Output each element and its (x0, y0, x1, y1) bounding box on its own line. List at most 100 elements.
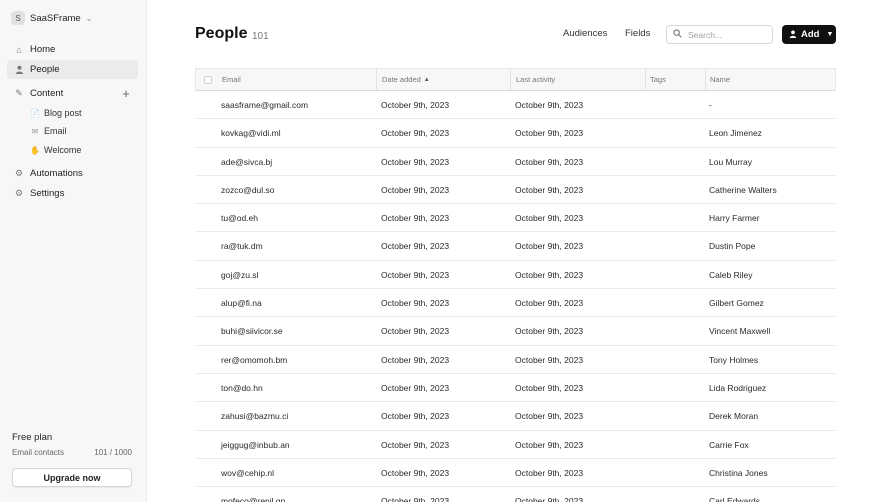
cell-name: Lou Murray (709, 156, 752, 167)
home-icon: ⌂ (16, 44, 22, 55)
audiences-button[interactable]: Audiences (563, 28, 607, 39)
cell-last-activity: October 9th, 2023 (515, 439, 584, 450)
column-header-date-added[interactable]: Date added ▲ (382, 69, 430, 90)
table-row[interactable]: kovkag@vidi.ml October 9th, 2023 October 9… (195, 119, 836, 148)
cell-name: Vincent Maxwell (709, 326, 771, 337)
sidebar-item-settings[interactable]: ⚙ Settings (7, 184, 138, 203)
table-row[interactable]: rer@omomoh.bm October 9th, 2023 October 9t… (195, 346, 836, 374)
person-icon (13, 65, 25, 74)
column-divider (705, 69, 706, 90)
cell-date-added: October 9th, 2023 (381, 184, 450, 195)
workspace-switcher[interactable]: S SaaSFrame ⌄ (11, 10, 92, 26)
table-row[interactable]: ade@sivca.bj October 9th, 2023 October 9th… (195, 148, 836, 176)
cell-name: Derek Moran (709, 411, 759, 422)
cell-email: saasframe@gmail.com (221, 100, 309, 110)
sidebar-item-people[interactable]: People (7, 60, 138, 79)
column-divider (376, 69, 377, 90)
plan-title: Free plan (12, 432, 53, 443)
cell-last-activity: October 9th, 2023 (515, 467, 584, 478)
sidebar: S SaaSFrame ⌄ ⌂ Home People ✎ Content + … (0, 0, 147, 502)
waving-hand-icon: ✋ (30, 145, 40, 155)
cell-name: Tony Holmes (709, 354, 759, 365)
content-item-label: Welcome (44, 145, 82, 155)
cell-last-activity: October 9th, 2023 (515, 213, 584, 224)
sidebar-item-automations[interactable]: ⚙ Automations (7, 164, 138, 183)
workspace-name: SaaSFrame (30, 12, 81, 24)
cell-date-added: October 9th, 2023 (381, 213, 450, 224)
cell-name: Lida Rodriguez (709, 382, 767, 393)
column-header-last-activity[interactable]: Last activity (516, 69, 555, 90)
fields-button[interactable]: Fields (625, 28, 650, 39)
table-row[interactable]: wov@cehip.nl October 9th, 2023 October 9th… (195, 459, 836, 488)
cell-last-activity: October 9th, 2023 (515, 100, 584, 110)
cell-email: tu@od.eh (221, 213, 258, 224)
add-content-icon[interactable]: + (120, 86, 132, 101)
cell-last-activity: October 9th, 2023 (515, 241, 584, 252)
content-item-label: Email (44, 126, 67, 136)
cell-last-activity: October 9th, 2023 (515, 496, 584, 502)
column-divider (510, 69, 511, 90)
cell-last-activity: October 9th, 2023 (515, 128, 584, 139)
caret-down-icon: ▼ (826, 31, 834, 38)
cell-email: ra@tuk.dm (221, 241, 263, 252)
sidebar-item-label: Content (30, 88, 64, 99)
cell-date-added: October 9th, 2023 (381, 298, 450, 309)
pen-icon: ✎ (15, 88, 23, 98)
sidebar-item-label: People (30, 64, 60, 75)
column-header-tags[interactable]: Tags (650, 69, 666, 90)
table-row[interactable]: zahusi@bazmu.ci October 9th, 2023 October … (195, 402, 836, 431)
content-item-welcome[interactable]: ✋ Welcome (30, 142, 81, 158)
people-count: 101 (252, 31, 269, 42)
column-header-name[interactable]: Name (710, 69, 730, 90)
search-input[interactable] (688, 29, 763, 40)
table-row[interactable]: alup@fi.na October 9th, 2023 October 9th, … (195, 289, 836, 318)
add-button[interactable]: Add ▼ (782, 25, 836, 44)
table-row[interactable]: tu@od.eh October 9th, 2023 October 9th, 20… (195, 204, 836, 233)
table-row[interactable]: jeiggug@inbub.an October 9th, 2023 October… (195, 431, 836, 459)
table-row[interactable]: ton@do.hn October 9th, 2023 October 9th, 2… (195, 374, 836, 403)
cell-name: Carrie Fox (709, 439, 749, 450)
cell-last-activity: October 9th, 2023 (515, 298, 584, 309)
cell-name: Dustin Pope (709, 241, 756, 252)
cell-email: ade@sivca.bj (221, 156, 273, 167)
contacts-value: 101 / 1000 (94, 448, 132, 457)
select-all-checkbox[interactable] (204, 76, 212, 84)
cell-name: Catherine Walters (709, 184, 777, 195)
cell-email: jeiggug@inbub.an (221, 439, 290, 450)
cell-email: mofeco@renil.gp (221, 496, 286, 502)
sort-ascending-icon: ▲ (423, 76, 430, 83)
cell-date-added: October 9th, 2023 (381, 411, 450, 422)
column-header-email[interactable]: Email (222, 69, 241, 90)
table-row[interactable]: goj@zu.sl October 9th, 2023 October 9th, 2… (195, 261, 836, 290)
table-row[interactable]: saasframe@gmail.com October 9th, 2023 Octo… (195, 91, 836, 120)
content-item-blog-post[interactable]: 📄 Blog post (30, 105, 82, 121)
table-row[interactable]: zozco@dul.so October 9th, 2023 October 9th… (195, 176, 836, 205)
cell-date-added: October 9th, 2023 (381, 467, 450, 478)
table-row[interactable]: buhi@siivicor.se October 9th, 2023 October… (195, 317, 836, 346)
cell-email: ton@do.hn (221, 382, 263, 393)
cell-name: Harry Farmer (709, 213, 760, 224)
plan-usage: Email contacts 101 / 1000 (12, 448, 132, 457)
sidebar-item-label: Home (30, 44, 56, 55)
table-row[interactable]: ra@tuk.dm October 9th, 2023 October 9th, 2… (195, 232, 836, 261)
cell-last-activity: October 9th, 2023 (515, 269, 584, 280)
cell-name: Christina Jones (709, 467, 768, 478)
sidebar-item-content[interactable]: ✎ Content (7, 84, 138, 103)
cell-email: buhi@siivicor.se (221, 326, 283, 337)
cell-last-activity: October 9th, 2023 (515, 326, 584, 337)
cell-date-added: October 9th, 2023 (381, 156, 450, 167)
cell-email: goj@zu.sl (221, 269, 259, 280)
automation-icon: ⚙ (14, 168, 24, 178)
table-header: Email Date added ▲ Last activity Tags Nam… (195, 68, 836, 91)
cell-name: Leon Jimenez (709, 128, 762, 139)
people-table: Email Date added ▲ Last activity Tags Nam… (195, 68, 836, 502)
search-box[interactable] (666, 25, 773, 44)
cell-date-added: October 9th, 2023 (381, 496, 450, 502)
content-item-email[interactable]: ✉ Email (30, 123, 67, 139)
upgrade-button[interactable]: Upgrade now (12, 468, 132, 487)
search-icon (673, 29, 682, 40)
sidebar-item-home[interactable]: ⌂ Home (7, 40, 138, 59)
chevron-down-icon: ⌄ (85, 13, 93, 23)
cell-email: zozco@dul.so (221, 184, 275, 195)
table-row[interactable]: mofeco@renil.gp October 9th, 2023 October … (195, 487, 836, 502)
